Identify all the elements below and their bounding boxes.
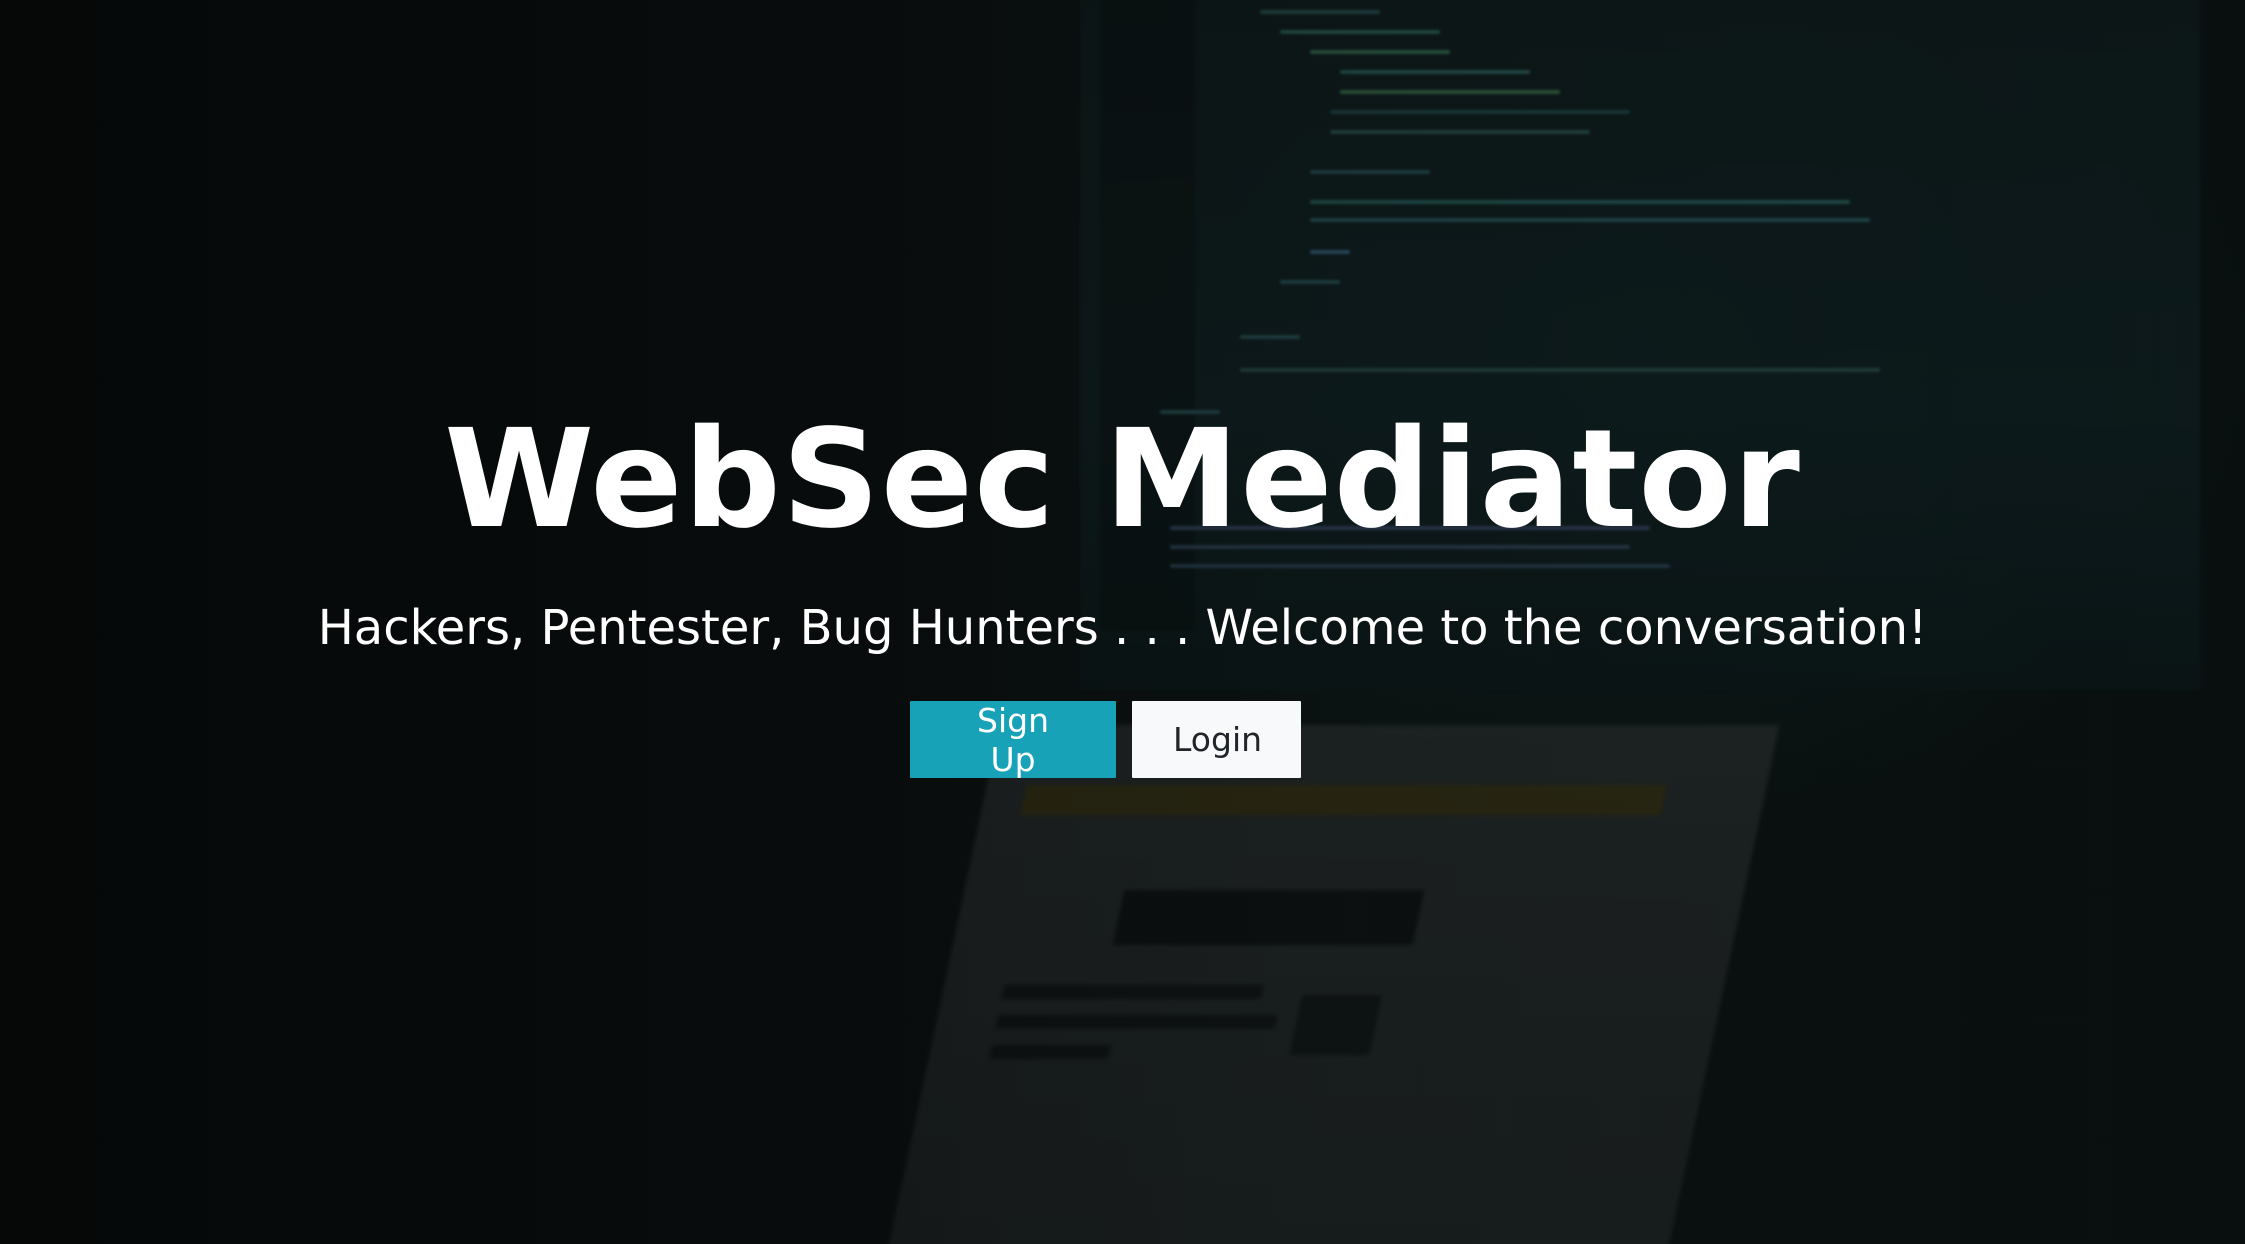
hero-content: WebSec Mediator Hackers, Pentester, Bug … bbox=[0, 0, 2245, 1244]
cta-buttons: Sign Up Login bbox=[910, 701, 1301, 779]
login-button[interactable]: Login bbox=[1132, 701, 1301, 778]
tagline: Hackers, Pentester, Bug Hunters . . . We… bbox=[317, 600, 1928, 656]
hero-section: WebSec Mediator Hackers, Pentester, Bug … bbox=[0, 0, 2245, 1244]
page-title: WebSec Mediator bbox=[444, 401, 1801, 559]
sign-up-button[interactable]: Sign Up bbox=[910, 701, 1116, 779]
